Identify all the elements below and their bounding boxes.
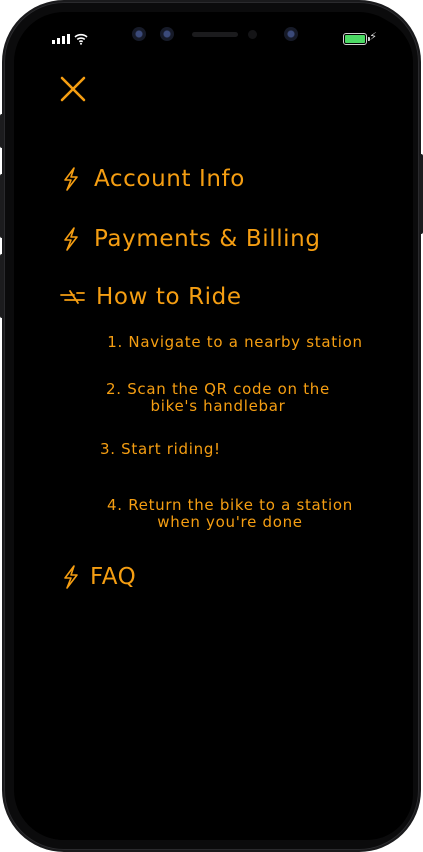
- step-text: 3. Start riding!: [100, 440, 221, 458]
- phone-frame: ⚡ Account Info Payments & Billing How to…: [0, 2, 423, 850]
- step-text: 4. Return the bike to a station: [107, 496, 353, 514]
- charging-bolt-icon: ⚡: [369, 30, 377, 43]
- volume-up-button: [0, 174, 4, 238]
- menu-item-label: FAQ: [90, 564, 137, 590]
- signal-bars-icon: [52, 34, 70, 44]
- power-button: [419, 154, 423, 234]
- step-1: 1. Navigate to a nearby station: [100, 334, 370, 351]
- front-camera-icon: [132, 27, 146, 41]
- step-text-continued: when you're done: [157, 513, 303, 531]
- proximity-sensor: [248, 30, 257, 39]
- camera-lens-icon: [284, 27, 298, 41]
- lightning-bolt-icon: [60, 166, 82, 192]
- step-4: 4. Return the bike to a station when you…: [90, 497, 370, 531]
- face-id-sensor-icon: [160, 27, 174, 41]
- menu-item-faq[interactable]: FAQ: [60, 564, 136, 590]
- lightning-bolt-icon: [60, 564, 82, 590]
- step-3: 3. Start riding!: [100, 441, 230, 458]
- close-x-icon[interactable]: [58, 74, 88, 104]
- menu-item-how-to-ride[interactable]: How to Ride: [60, 284, 242, 310]
- screen: ⚡ Account Info Payments & Billing How to…: [18, 16, 413, 840]
- earpiece-speaker: [192, 32, 238, 37]
- lightning-bolt-icon: [60, 226, 82, 252]
- battery-charging-icon: [343, 33, 370, 45]
- step-text: 1. Navigate to a nearby station: [107, 333, 363, 351]
- mute-switch: [0, 114, 4, 148]
- step-2: 2. Scan the QR code on the bike's handle…: [90, 381, 346, 415]
- menu-item-label: Payments & Billing: [94, 226, 321, 252]
- wifi-icon: [74, 30, 88, 49]
- status-bar: ⚡: [18, 16, 413, 56]
- menu-item-label: Account Info: [94, 166, 245, 192]
- step-text-continued: bike's handlebar: [150, 397, 286, 415]
- menu-item-account-info[interactable]: Account Info: [60, 166, 245, 192]
- volume-down-button: [0, 254, 4, 318]
- menu-item-payments-billing[interactable]: Payments & Billing: [60, 226, 321, 252]
- step-text: 2. Scan the QR code on the: [106, 380, 330, 398]
- menu-item-label: How to Ride: [96, 284, 242, 310]
- notch: [128, 24, 313, 46]
- bike-icon: [60, 284, 86, 310]
